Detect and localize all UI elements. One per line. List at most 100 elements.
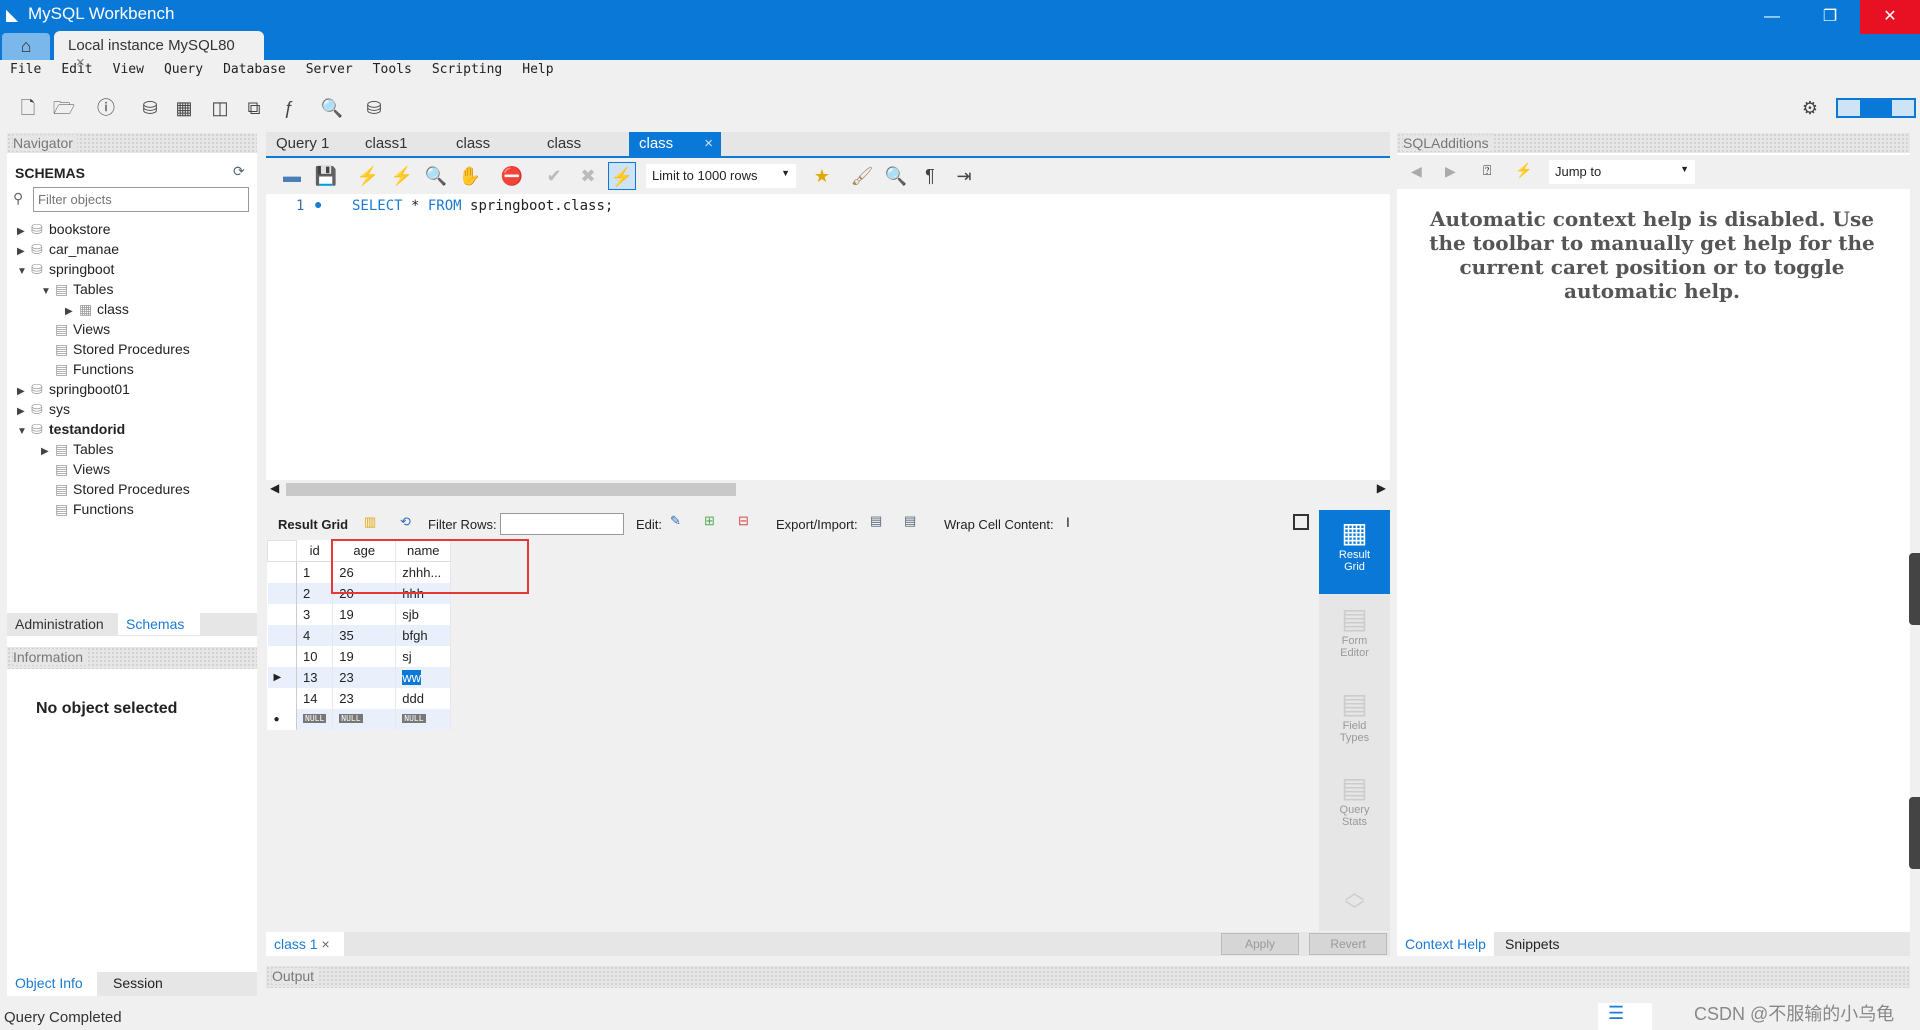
row-selector[interactable] <box>267 645 297 667</box>
row-selector[interactable] <box>267 603 297 625</box>
close-button[interactable]: ✕ <box>1860 0 1920 34</box>
minimize-button[interactable]: — <box>1744 0 1800 34</box>
tree-item-car_manae[interactable]: ▶ ⛁ car_manae <box>17 239 119 259</box>
create-table-icon[interactable]: ▦ <box>170 94 198 122</box>
inspector-icon[interactable]: ⓘ <box>92 94 120 122</box>
create-procedure-icon[interactable]: ⧉ <box>240 94 268 122</box>
tree-item-springboot[interactable]: ▼ ⛁ springboot <box>17 259 114 279</box>
tree-item-tables[interactable]: ▶ ▤ Tables <box>41 439 113 459</box>
tab-query-1[interactable]: Query 1 <box>266 132 339 156</box>
connection-tab[interactable]: Local instance MySQL80 × <box>54 31 264 71</box>
stop-icon[interactable]: ✋ <box>456 162 484 190</box>
search-table-data-icon[interactable]: 🔍 <box>318 94 346 122</box>
filter-rows-input[interactable] <box>500 513 624 535</box>
grid-cell[interactable]: 19 <box>332 645 397 667</box>
word-wrap-icon[interactable]: ⇥ <box>950 162 978 190</box>
edit-row-icon[interactable]: ✎ <box>670 513 681 529</box>
tree-item-springboot01[interactable]: ▶ ⛁ springboot01 <box>17 379 130 399</box>
tab-object-info[interactable]: Object Info <box>7 972 97 996</box>
rollback-icon[interactable]: ✖ <box>574 162 602 190</box>
null-cell[interactable]: NULL <box>332 708 397 730</box>
toggle-panel-icon[interactable] <box>1293 514 1309 530</box>
sql-editor[interactable]: 1 ● SELECT * FROM springboot.class; <box>266 194 1390 480</box>
table-row[interactable]: ▶ 13 23 ww <box>267 666 452 688</box>
tab-class-active[interactable]: class × <box>629 132 721 156</box>
forward-icon[interactable]: ▶ <box>1445 163 1456 180</box>
manual-help-icon[interactable]: ⍰ <box>1483 162 1491 179</box>
expand-down-icon[interactable]: ▼ <box>17 422 31 442</box>
tree-item-class[interactable]: ▶ ▦ class <box>65 299 129 319</box>
grid-cell[interactable]: 13 <box>296 666 334 688</box>
open-file-icon[interactable]: ▬ <box>278 162 306 190</box>
scroll-right-icon[interactable]: ▶ <box>1377 481 1386 495</box>
new-sql-tab-icon[interactable]: 🗋 <box>14 94 42 122</box>
grid-cell[interactable]: 23 <box>332 666 397 688</box>
filter-objects-input[interactable] <box>33 187 249 212</box>
grid-cell[interactable]: 19 <box>332 603 397 625</box>
tree-item-functions[interactable]: ▤ Functions <box>41 499 134 519</box>
wrap-cell-icon[interactable]: Ⅰ <box>1066 515 1070 531</box>
delete-row-icon[interactable]: ⊟ <box>738 513 749 529</box>
table-row[interactable]: 10 19 sj <box>267 645 452 667</box>
beautify-icon[interactable]: 🖌 <box>848 162 876 190</box>
create-schema-icon[interactable]: ⛁ <box>136 94 164 122</box>
null-cell[interactable]: NULL <box>296 708 334 730</box>
add-row-icon[interactable]: ⊞ <box>704 513 715 529</box>
row-selector[interactable] <box>267 624 297 646</box>
side-widget-handle[interactable] <box>1909 553 1920 625</box>
panel-layout-toggles[interactable] <box>1836 98 1916 118</box>
column-header-id[interactable]: id <box>296 540 334 562</box>
tab-class1[interactable]: class1 <box>355 132 418 156</box>
grid-cell[interactable]: sjb <box>395 603 452 625</box>
input-method-icon[interactable]: ☰ <box>1598 1003 1652 1030</box>
grid-cell[interactable]: 35 <box>332 624 397 646</box>
row-selector[interactable]: ▶ <box>267 666 297 688</box>
create-function-icon[interactable]: ƒ <box>275 94 303 122</box>
scrollbar-thumb[interactable] <box>286 483 736 496</box>
execute-icon[interactable]: ⚡ <box>354 162 382 190</box>
menu-view[interactable]: View <box>113 62 144 77</box>
row-selector[interactable] <box>267 687 297 709</box>
tree-item-bookstore[interactable]: ▶ ⛁ bookstore <box>17 219 110 239</box>
row-selector[interactable] <box>267 561 297 583</box>
menu-edit[interactable]: Edit <box>61 62 92 77</box>
apply-button[interactable]: Apply <box>1221 933 1299 955</box>
save-icon[interactable]: 💾 <box>312 162 340 190</box>
settings-icon[interactable]: ⚙ <box>1796 94 1824 122</box>
autocommit-icon[interactable]: ⚡ <box>608 162 636 190</box>
tab-snippets[interactable]: Snippets <box>1497 932 1567 956</box>
close-tab-icon[interactable]: × <box>321 936 329 952</box>
grid-cell[interactable]: bfgh <box>395 624 452 646</box>
menu-query[interactable]: Query <box>164 62 203 77</box>
reconnect-icon[interactable]: ⛁ <box>360 94 388 122</box>
back-icon[interactable]: ◀ <box>1411 163 1422 180</box>
invisible-chars-icon[interactable]: ¶ <box>916 162 944 190</box>
restore-button[interactable]: ❐ <box>1802 0 1858 34</box>
table-row[interactable]: 14 23 ddd <box>267 687 452 709</box>
grid-cell[interactable]: 23 <box>332 687 397 709</box>
grid-cell[interactable]: 14 <box>296 687 334 709</box>
menu-database[interactable]: Database <box>223 62 286 77</box>
tree-item-stored-procedures[interactable]: ▤ Stored Procedures <box>41 339 190 359</box>
toggle-secondary-sidebar-icon[interactable] <box>1892 100 1914 116</box>
create-view-icon[interactable]: ◫ <box>206 94 234 122</box>
menu-scripting[interactable]: Scripting <box>432 62 502 77</box>
import-icon[interactable]: ▤ <box>904 513 916 529</box>
null-cell[interactable]: NULL <box>395 708 452 730</box>
explain-icon[interactable]: 🔍 <box>422 162 450 190</box>
tab-class-1-result[interactable]: class 1 × <box>266 932 344 956</box>
tree-item-functions[interactable]: ▤ Functions <box>41 359 134 379</box>
commit-icon[interactable]: ✔ <box>540 162 568 190</box>
tree-item-tables[interactable]: ▼ ▤ Tables <box>41 279 113 299</box>
sql-statement[interactable]: SELECT * FROM springboot.class; <box>352 198 613 214</box>
table-row[interactable]: 4 35 bfgh <box>267 624 452 646</box>
menu-server[interactable]: Server <box>306 62 353 77</box>
scroll-arrows-icon[interactable]: ︿ ﹀ <box>1319 883 1390 921</box>
revert-button[interactable]: Revert <box>1309 933 1387 955</box>
jump-to-select[interactable]: Jump to ▼ <box>1549 160 1695 184</box>
bookmark-icon[interactable]: ★ <box>808 162 836 190</box>
row-selector[interactable] <box>267 582 297 604</box>
grid-cell[interactable]: 10 <box>296 645 334 667</box>
tab-session[interactable]: Session <box>105 972 171 994</box>
menu-help[interactable]: Help <box>522 62 553 77</box>
